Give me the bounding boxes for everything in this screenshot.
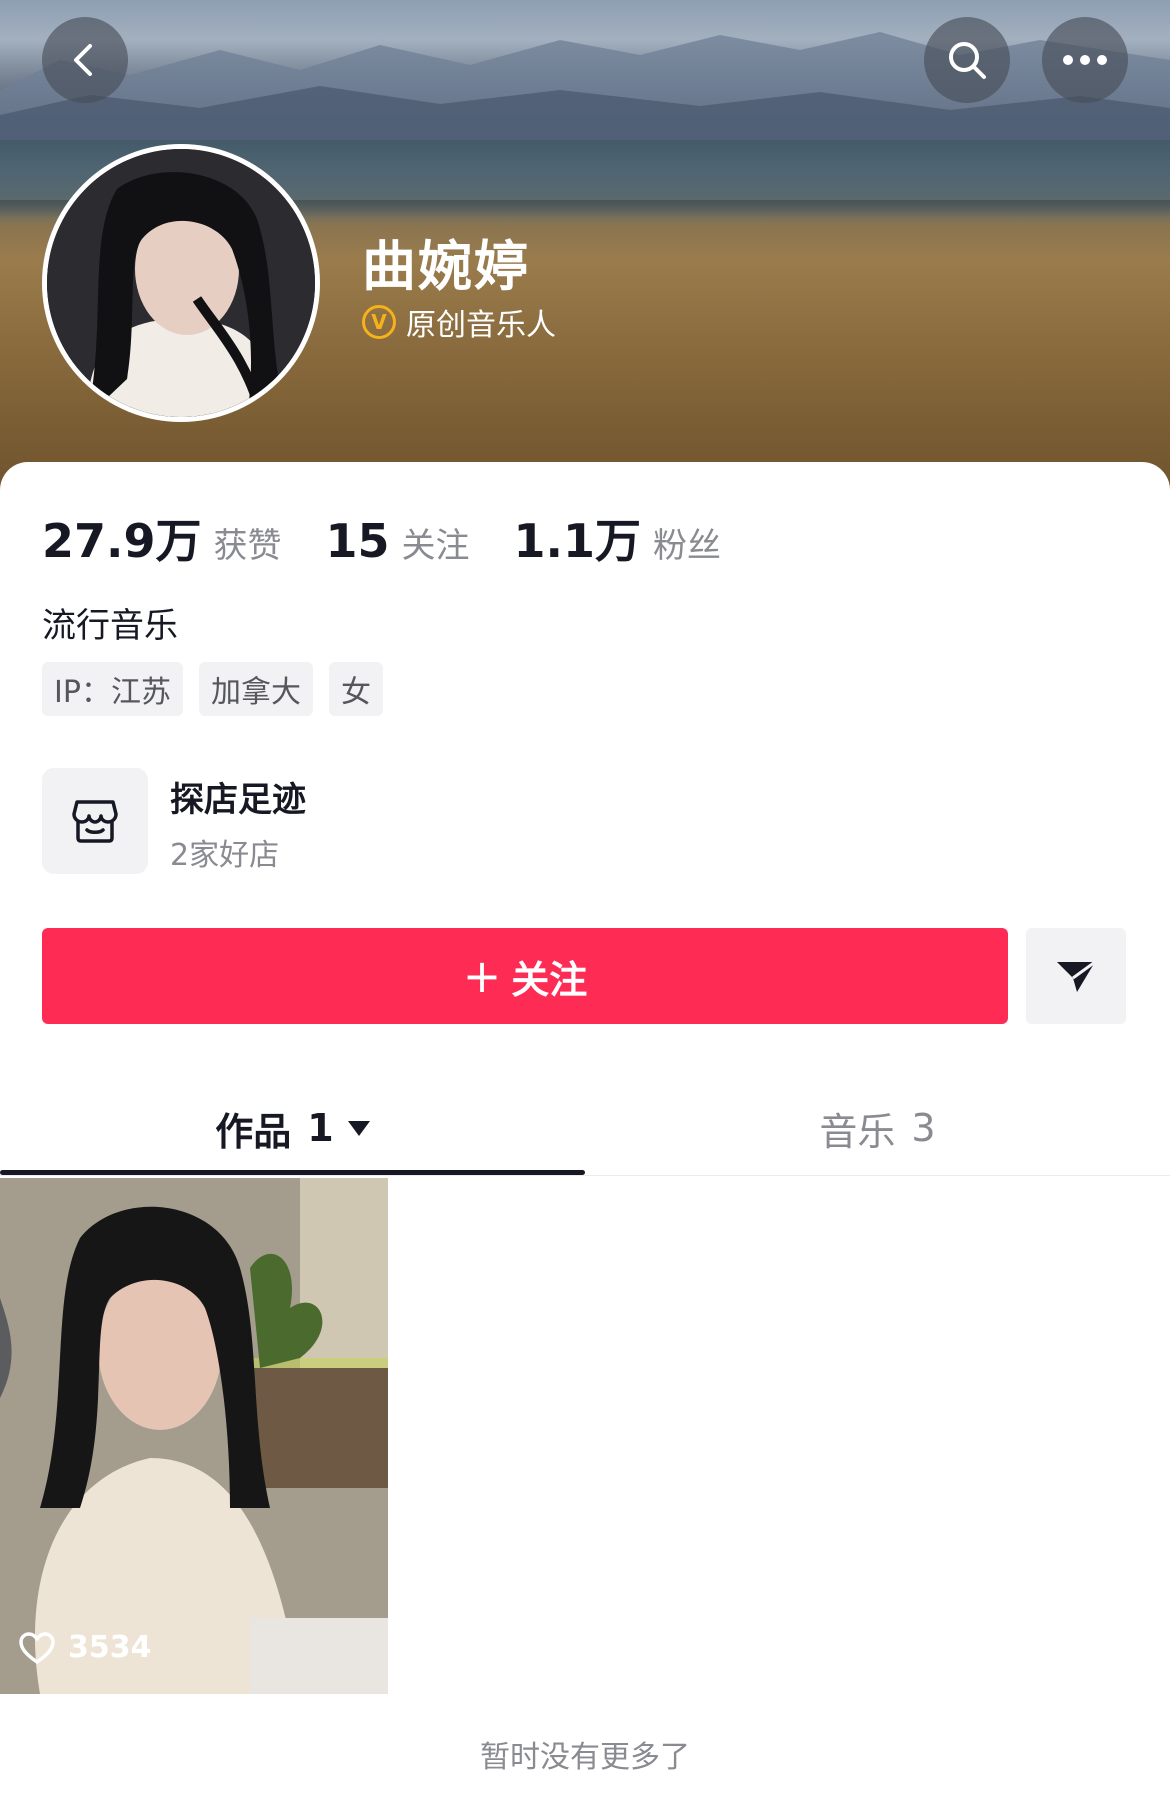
more-horizontal-icon [1063,55,1107,65]
stat-label: 粉丝 [653,526,722,566]
plus-icon: + [462,949,502,1003]
shop-visits-tile[interactable] [42,768,148,874]
stat-likes: 27.9万 获赞 [42,505,282,571]
stat-followers[interactable]: 1.1万 粉丝 [514,505,722,571]
avatar-portrait [47,149,315,417]
stat-value: 15 [325,514,390,568]
video-thumbnail[interactable] [0,1178,388,1694]
store-icon [72,800,118,843]
tag-ip-location: IP：江苏 [42,662,183,716]
tab-music-count: 3 [911,1106,936,1150]
search-icon [949,42,986,79]
profile-name: 曲婉婷 [362,235,530,298]
verification-row: V 原创音乐人 [362,300,556,344]
tab-works-count: 1 [307,1106,334,1150]
stat-value: 1.1万 [513,514,642,568]
search-button[interactable] [924,17,1010,103]
stat-label: 关注 [401,526,470,566]
back-button[interactable] [42,17,128,103]
share-button[interactable] [1026,928,1126,1024]
tab-divider [0,1175,1170,1176]
stat-value: 27.9万 [42,514,202,568]
chevron-left-icon [74,44,92,76]
follow-label: 关注 [511,957,588,1002]
stat-label: 获赞 [213,526,282,566]
tab-works-label: 作品 [215,1109,292,1154]
end-of-list-note: 暂时没有更多了 [480,1740,690,1775]
video-cover-image [0,1178,388,1694]
follow-button[interactable]: + 关注 [42,928,1008,1024]
tab-works[interactable]: 作品 1 [0,1080,585,1176]
likes-count: 3534 [68,1630,152,1665]
avatar[interactable] [42,144,320,422]
tab-music[interactable]: 音乐 3 [585,1080,1170,1176]
content-tabs: 作品 1 音乐 3 [0,1080,1170,1176]
video-like-count: 3534 [18,1630,152,1665]
profile-bio: 流行音乐 [42,606,178,646]
tab-music-label: 音乐 [819,1109,896,1154]
profile-stats: 27.9万 获赞 15 关注 1.1万 粉丝 [42,505,765,571]
more-button[interactable] [1042,17,1128,103]
profile-tags: IP：江苏 加拿大 女 [42,662,399,716]
tag-gender: 女 [328,662,383,716]
shop-visits-title[interactable]: 探店足迹 [170,772,306,821]
caret-down-icon[interactable] [347,1120,370,1136]
verified-badge-icon: V [362,305,396,339]
verification-label: 原创音乐人 [406,308,556,343]
tag-country: 加拿大 [198,662,313,716]
send-icon [1057,960,1096,992]
shop-visits-subtitle: 2家好店 [170,838,280,873]
heart-icon [19,1631,55,1664]
stat-following[interactable]: 15 关注 [326,514,470,568]
